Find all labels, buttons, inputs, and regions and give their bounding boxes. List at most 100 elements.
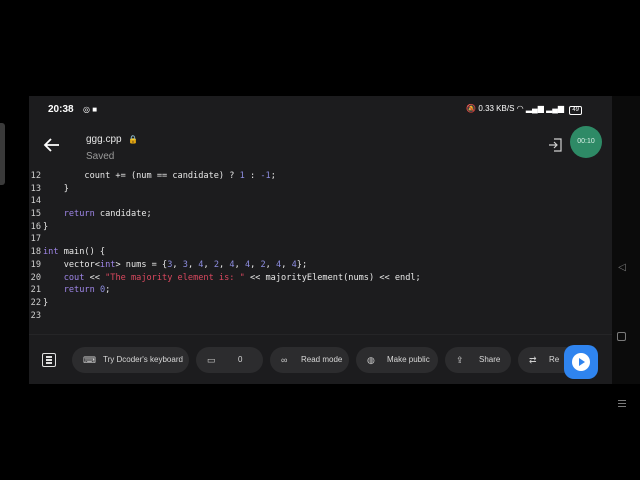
signal-icon-2: ▂▄▆ (546, 104, 565, 113)
code-editor[interactable]: 12 count += (num == candidate) ? 1 : -1;… (29, 170, 612, 334)
code-line[interactable]: 19 vector<int> nums = {3, 3, 4, 2, 4, 4,… (29, 259, 307, 271)
line-number: 20 (30, 273, 41, 283)
status-time: 20:38 (48, 104, 74, 115)
code-token: , (265, 260, 277, 270)
glasses-icon: ∞ (281, 355, 288, 365)
line-number: 19 (30, 260, 41, 270)
code-line[interactable]: 13 } (29, 183, 69, 195)
make-public-button[interactable]: ◍ Make public (356, 347, 438, 373)
code-token: : (244, 171, 261, 181)
code-line[interactable]: 12 count += (num == candidate) ? 1 : -1; (29, 170, 276, 182)
edge-handle[interactable] (0, 123, 5, 185)
status-bar: 20:38 ◎ ■ 🔕 0.33 KB/S ◠ ▂▄▆ ▂▄▆ 49 (29, 96, 612, 124)
line-number: 21 (30, 285, 41, 295)
code-token: > nums = { (115, 260, 168, 270)
nav-back-icon[interactable]: ◁ (612, 262, 632, 273)
code-text: vector<int> nums = {3, 3, 4, 2, 4, 4, 2,… (43, 260, 307, 270)
code-line[interactable]: 18 int main() { (29, 246, 105, 258)
code-token: } (43, 222, 49, 232)
code-token: ; (105, 285, 111, 295)
globe-icon: ◍ (367, 355, 375, 365)
app-header: ggg.cpp 🔒 Saved (29, 124, 612, 170)
swap-icon: ⇄ (529, 355, 537, 365)
mute-icon: 🔕 (466, 104, 477, 113)
code-token: candidate; (94, 209, 152, 219)
line-number: 14 (30, 196, 41, 206)
code-token: } (43, 298, 49, 308)
code-line[interactable]: 23 (29, 310, 43, 322)
line-number: 16 (30, 222, 41, 232)
run-button[interactable] (564, 345, 598, 379)
code-token: vector< (43, 260, 100, 270)
code-text: int main() { (43, 247, 105, 257)
code-token: , (203, 260, 214, 270)
signal-icon: ▂▄▆ (525, 104, 544, 113)
share-button[interactable]: ⇪ Share (445, 347, 511, 373)
wifi-icon: ◠ (516, 104, 524, 113)
keyboard-icon: ⌨ (83, 355, 96, 365)
line-number: 17 (30, 234, 41, 244)
code-token: "The majority element is: " (105, 273, 245, 283)
read-mode-button[interactable]: ∞ Read mode (270, 347, 349, 373)
code-token: << (84, 273, 106, 283)
code-token: , (281, 260, 292, 270)
keyboard-button[interactable]: ⌨ Try Dcoder's keyboard (72, 347, 189, 373)
code-line[interactable]: 21 return 0; (29, 284, 111, 296)
code-line[interactable]: 22} (29, 297, 49, 309)
share-icon: ⇪ (456, 355, 464, 365)
line-number: 15 (30, 209, 41, 219)
code-text: return 0; (43, 285, 111, 295)
comment-icon: ▭ (207, 355, 216, 365)
video-camera-icon: ■ (92, 105, 98, 114)
comments-button[interactable]: ▭ 0 (196, 347, 263, 373)
code-token: ; (270, 171, 276, 181)
code-line[interactable]: 15 return candidate; (29, 208, 152, 220)
list-icon[interactable] (42, 353, 56, 367)
code-text: } (43, 184, 69, 194)
code-text: cout << "The majority element is: " << m… (43, 273, 421, 283)
code-token: cout (63, 273, 85, 283)
instagram-icon: ◎ (83, 105, 90, 114)
nav-recents-icon[interactable] (618, 400, 626, 409)
play-icon (572, 353, 590, 371)
code-token: , (219, 260, 230, 270)
code-token: return (63, 209, 95, 219)
code-line[interactable]: 20 cout << "The majority element is: " <… (29, 272, 421, 284)
app-screen: 20:38 ◎ ■ 🔕 0.33 KB/S ◠ ▂▄▆ ▂▄▆ 49 ggg.c… (29, 96, 612, 384)
code-token: << majorityElement(nums) << endl; (244, 273, 421, 283)
code-token: } (43, 184, 69, 194)
code-token: int (99, 260, 116, 270)
code-token: -1 (260, 171, 271, 181)
save-status: Saved (86, 151, 115, 162)
code-line[interactable]: 17 (29, 233, 43, 245)
system-nav-bar: ◁ (612, 96, 640, 407)
code-text: count += (num == candidate) ? 1 : -1; (43, 171, 276, 181)
enter-icon[interactable] (548, 138, 562, 152)
file-name[interactable]: ggg.cpp (86, 134, 122, 145)
line-number: 18 (30, 247, 41, 257)
code-token: return (63, 285, 95, 295)
lock-icon: 🔒 (128, 135, 139, 144)
code-token: , (172, 260, 183, 270)
line-number: 23 (30, 311, 41, 321)
battery-icon: 49 (569, 106, 582, 115)
nav-home-icon[interactable] (617, 332, 626, 341)
screen-record-timer[interactable]: 00:10 (570, 126, 602, 158)
line-number: 12 (30, 171, 41, 181)
code-token: count += (num == candidate) ? (43, 171, 240, 181)
line-number: 22 (30, 298, 41, 308)
back-arrow-icon[interactable] (43, 136, 61, 154)
code-text: } (43, 298, 48, 308)
code-text: return candidate; (43, 209, 152, 219)
code-text: } (43, 222, 48, 232)
code-token: , (187, 260, 199, 270)
code-line[interactable]: 16} (29, 221, 49, 233)
line-number: 13 (30, 184, 41, 194)
code-token: , (234, 260, 245, 270)
code-line[interactable]: 14 (29, 195, 43, 207)
bottom-toolbar: ⌨ Try Dcoder's keyboard ▭ 0 ∞ Read mode … (29, 334, 612, 384)
code-token: int (43, 247, 59, 257)
